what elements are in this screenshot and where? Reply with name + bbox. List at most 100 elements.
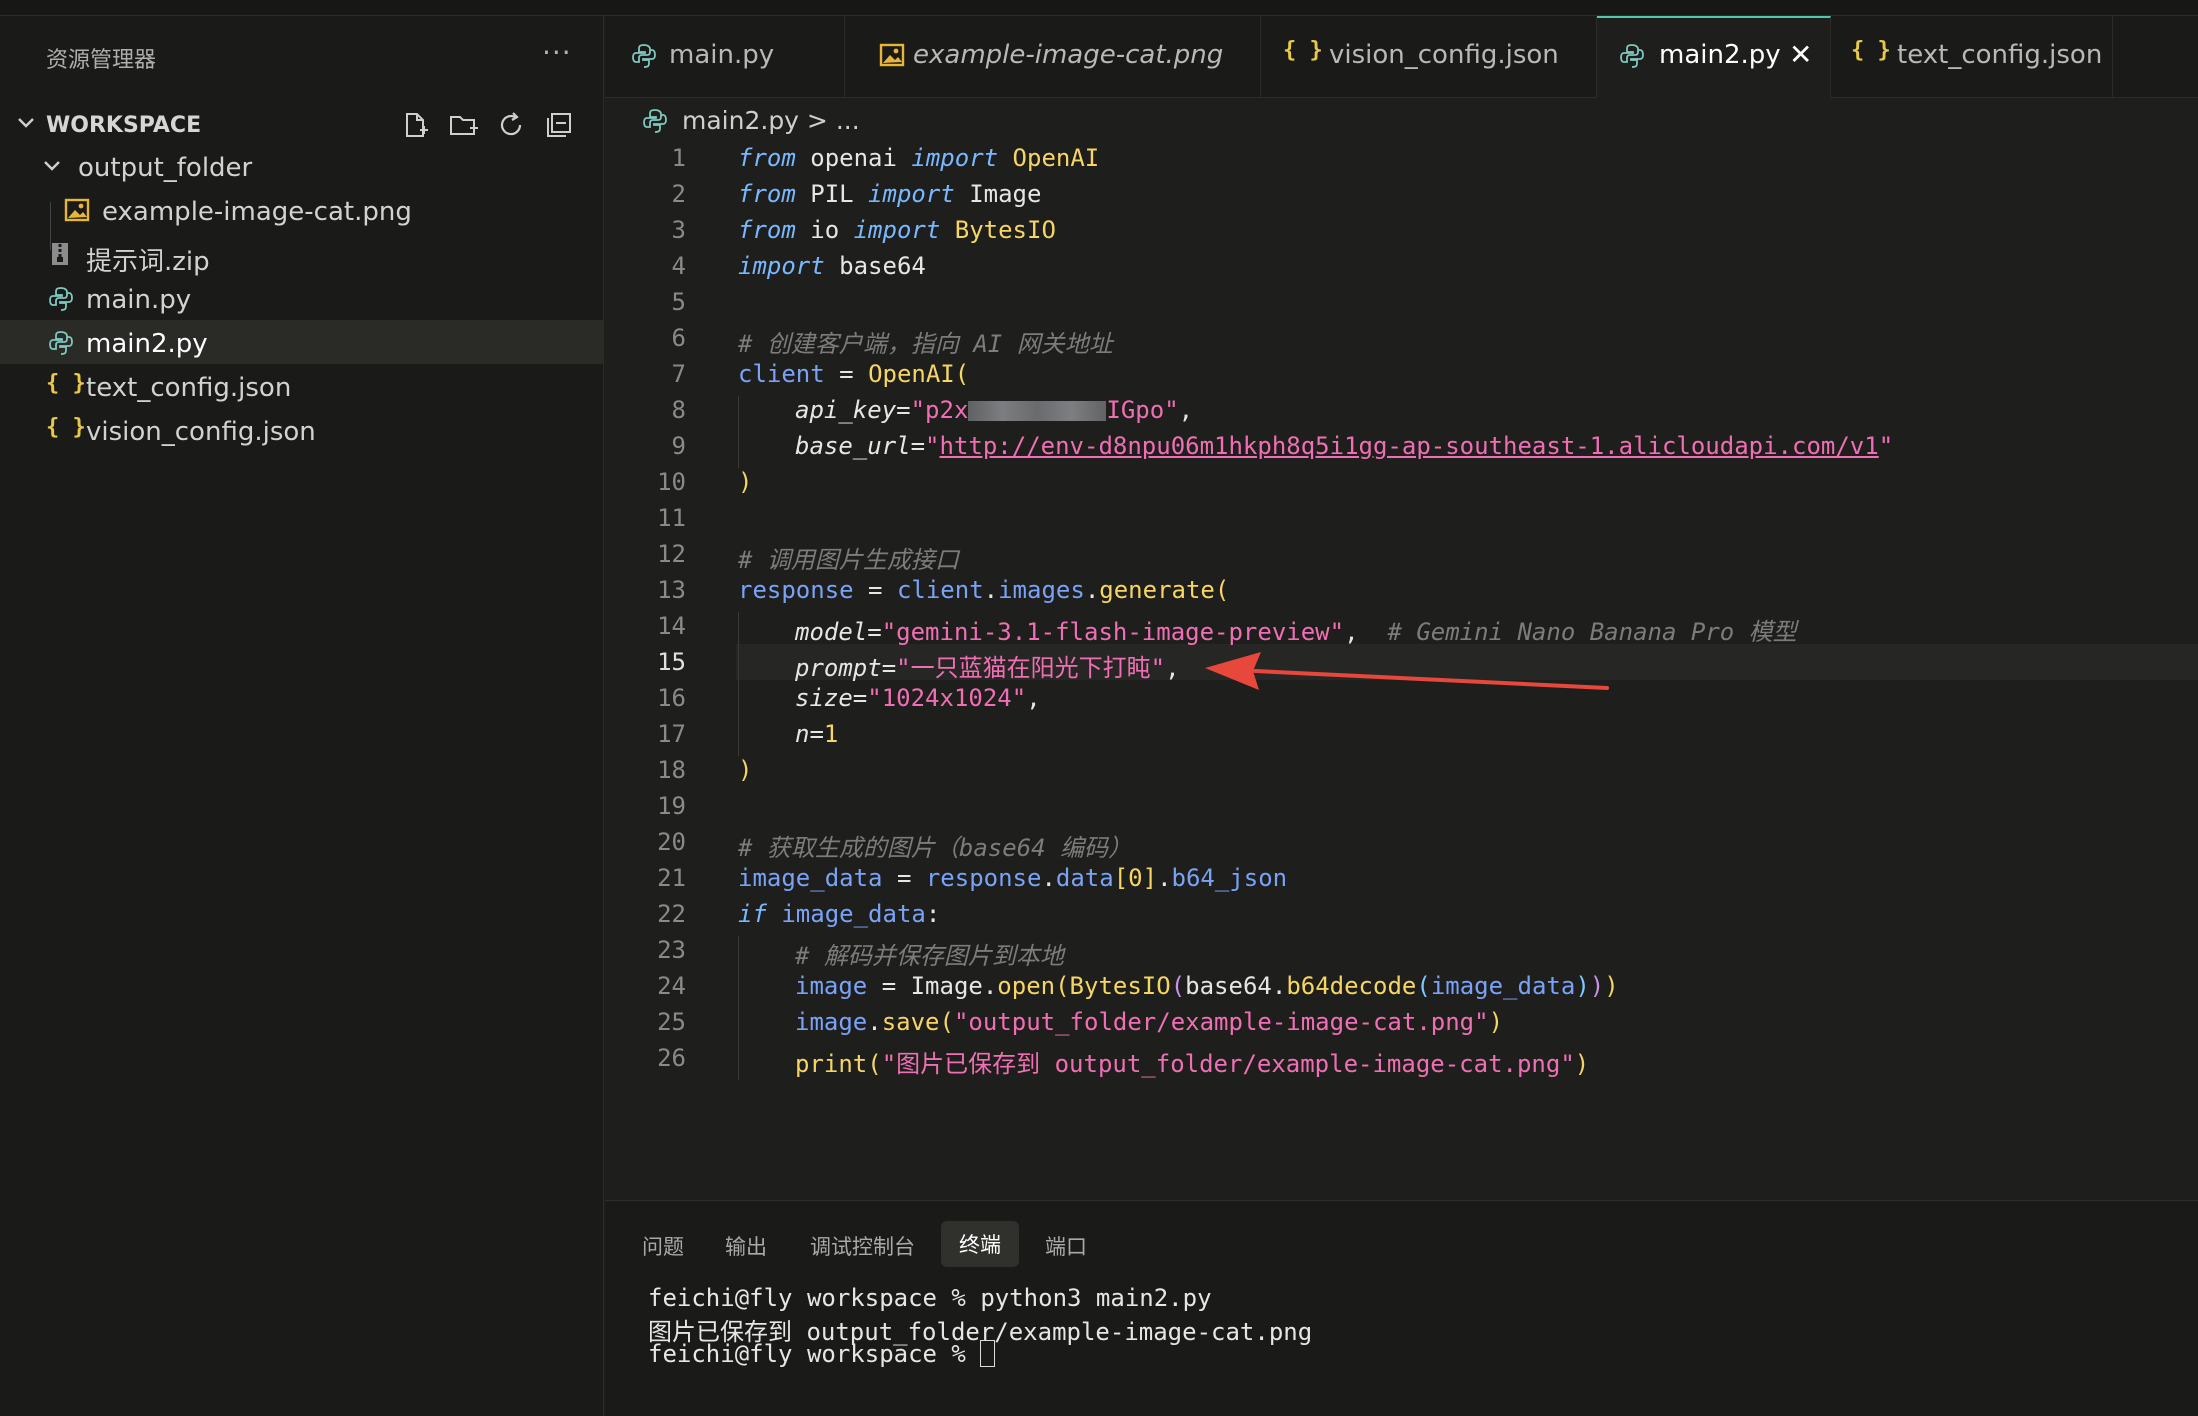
explorer-title: 资源管理器	[46, 48, 157, 73]
code-line: # 调用图片生成接口	[738, 546, 959, 574]
line-number: 8	[671, 396, 686, 424]
code-line: print("图片已保存到 output_folder/example-imag…	[795, 1050, 1590, 1078]
python-file-icon	[1620, 44, 1644, 68]
code-line: from PIL import Image	[738, 180, 1042, 208]
image-file-icon	[879, 43, 905, 67]
line-number: 16	[657, 684, 686, 712]
line-number: 26	[657, 1044, 686, 1072]
tab-label: text_config.json	[1897, 40, 2103, 70]
line-number: 22	[657, 900, 686, 928]
terminal-cursor	[980, 1340, 996, 1367]
tab-example-image-cat[interactable]: example-image-cat.png	[845, 16, 1261, 98]
tree-item-label: main.py	[86, 285, 192, 315]
code-line: n=1	[795, 720, 839, 748]
line-number: 3	[671, 216, 686, 244]
breadcrumb-rest[interactable]: > ...	[799, 106, 860, 135]
python-file-icon	[643, 109, 667, 133]
line-number: 4	[671, 252, 686, 280]
indent-guide	[738, 612, 739, 756]
line-number: 23	[657, 936, 686, 964]
workspace-header[interactable]: WORKSPACE	[0, 104, 604, 144]
json-file-icon: { }	[1283, 38, 1323, 63]
line-number: 13	[657, 576, 686, 604]
tree-item-zip[interactable]: 提示词.zip	[0, 232, 604, 277]
indent-guide	[738, 396, 739, 468]
panel-tab-ports[interactable]: 端口	[1045, 1231, 1087, 1261]
line-number: 10	[657, 468, 686, 496]
tree-item-main2-py[interactable]: main2.py	[0, 320, 604, 364]
line-number: 1	[671, 144, 686, 172]
code-line: size="1024x1024",	[795, 684, 1041, 712]
line-number: 14	[657, 612, 686, 640]
code-line: client = OpenAI(	[738, 360, 970, 388]
code-line: if image_data:	[738, 900, 941, 928]
code-line: # 创建客户端，指向 AI 网关地址	[738, 330, 1113, 358]
new-file-icon[interactable]	[400, 110, 430, 140]
code-line: # 解码并保存图片到本地	[795, 942, 1064, 970]
base-url-link[interactable]: http://env-d8npu06m1hkph8q5i1gg-ap-south…	[940, 432, 1879, 460]
tree-item-text-config[interactable]: { } text_config.json	[0, 364, 604, 408]
tree-item-main-py[interactable]: main.py	[0, 276, 604, 320]
indent-guide	[738, 936, 739, 1080]
tree-item-label: text_config.json	[86, 373, 292, 403]
tab-main-py[interactable]: main.py	[605, 16, 845, 98]
tab-vision-config[interactable]: { } vision_config.json	[1261, 16, 1597, 98]
code-line: # 获取生成的图片（base64 编码）	[738, 834, 1133, 862]
line-number: 19	[657, 792, 686, 820]
line-number: 6	[671, 324, 686, 352]
chevron-down-icon	[18, 118, 34, 128]
workspace-label: WORKSPACE	[46, 113, 202, 138]
tab-main2-py[interactable]: main2.py ✕	[1597, 16, 1831, 99]
tree-item-example-image-cat[interactable]: example-image-cat.png	[0, 188, 604, 232]
code-line: image = Image.open(BytesIO(base64.b64dec…	[795, 972, 1619, 1000]
tab-label: vision_config.json	[1329, 40, 1559, 70]
line-number: 20	[657, 828, 686, 856]
refresh-icon[interactable]	[496, 110, 526, 140]
line-number: 12	[657, 540, 686, 568]
line-number: 25	[657, 1008, 686, 1036]
line-number: 18	[657, 756, 686, 784]
code-line: image.save("output_folder/example-image-…	[795, 1008, 1504, 1036]
tree-item-label: vision_config.json	[86, 417, 316, 447]
code-line: )	[738, 468, 753, 496]
close-tab-icon[interactable]: ✕	[1789, 38, 1812, 71]
line-number: 2	[671, 180, 686, 208]
tree-item-label: example-image-cat.png	[102, 197, 412, 227]
line-number: 17	[657, 720, 686, 748]
panel-tab-terminal[interactable]: 终端	[941, 1221, 1019, 1267]
line-number: 11	[657, 504, 686, 532]
code-line: base_url="http://env-d8npu06m1hkph8q5i1g…	[795, 432, 1894, 460]
tree-item-label: output_folder	[78, 153, 253, 183]
tab-text-config[interactable]: { } text_config.json	[1831, 16, 2113, 98]
python-file-icon	[49, 331, 73, 355]
line-number: 7	[671, 360, 686, 388]
code-line: )	[738, 756, 753, 784]
window-top-strip	[0, 0, 2198, 16]
json-file-icon: { }	[1851, 38, 1891, 63]
redacted-api-key	[968, 401, 1107, 421]
chevron-down-icon	[44, 161, 60, 171]
json-file-icon: { }	[46, 371, 86, 396]
tab-label: example-image-cat.png	[913, 40, 1224, 70]
annotation-arrow	[1205, 652, 1609, 690]
more-actions-button[interactable]: ···	[542, 36, 572, 69]
tree-item-label: 提示词.zip	[86, 247, 210, 277]
code-line: response = client.images.generate(	[738, 576, 1230, 604]
code-line: from openai import OpenAI	[738, 144, 1100, 172]
panel-tab-output[interactable]: 输出	[725, 1231, 767, 1261]
code-line: prompt="一只蓝猫在阳光下打盹",	[795, 654, 1180, 682]
line-number: 24	[657, 972, 686, 1000]
explorer-sidebar: 资源管理器 ··· WORKSPACE output_folder exampl…	[0, 16, 604, 1416]
python-file-icon	[632, 44, 656, 68]
zip-file-icon	[52, 243, 68, 265]
breadcrumb-file[interactable]: main2.py	[682, 106, 799, 135]
panel-tab-problems[interactable]: 问题	[642, 1231, 684, 1261]
terminal-line: feichi@fly workspace % python3 main2.py	[648, 1284, 1212, 1312]
collapse-all-icon[interactable]	[544, 110, 574, 140]
tree-item-output-folder[interactable]: output_folder	[0, 144, 604, 188]
tree-item-label: main2.py	[86, 329, 208, 359]
new-folder-icon[interactable]	[448, 110, 480, 140]
tab-label: main2.py	[1659, 40, 1781, 70]
panel-tab-debug-console[interactable]: 调试控制台	[810, 1231, 915, 1261]
tree-item-vision-config[interactable]: { } vision_config.json	[0, 408, 604, 452]
